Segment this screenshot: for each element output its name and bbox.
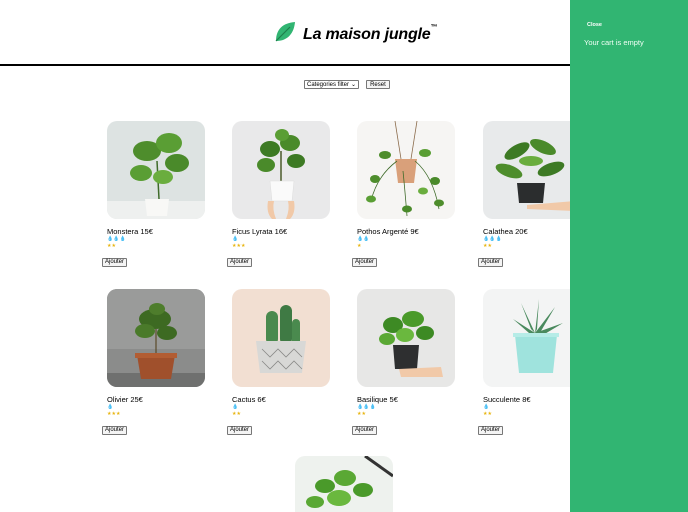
water-drop-icon: 💧💧💧 [357,404,376,410]
cactus-plant-image[interactable] [232,289,330,387]
leaf-logo-icon [273,20,297,49]
plant-card: Monstera 15€ 💧💧💧 ★★ Ajouter [102,121,212,268]
mint-plant-image[interactable] [295,456,393,512]
add-to-cart-button[interactable]: Ajouter [352,425,378,435]
filter-bar: Categories filter ⌄ Reset [304,80,390,89]
plant-card: Cactus 6€ 💧 ★★ Ajouter [227,289,337,436]
brand: La maison jungle™ [273,20,438,49]
plant-name: Pothos Argenté 9€ [357,227,419,236]
sun-icon: ★★ [357,411,366,417]
site-header: La maison jungle™ [0,0,570,66]
plant-name: Basilique 5€ [357,395,398,404]
cart-empty-message: Your cart is empty [584,38,644,47]
add-to-cart-button[interactable]: Ajouter [478,257,504,267]
sun-icon: ★★ [483,243,492,249]
category-filter-select[interactable]: Categories filter ⌄ [304,80,360,89]
pothos-plant-image[interactable] [357,121,455,219]
plant-name: Olivier 25€ [107,395,143,404]
add-to-cart-button[interactable]: Ajouter [478,425,504,435]
succulent-plant-image[interactable] [483,289,575,387]
ficus-lyrata-plant-image[interactable] [232,121,330,219]
plant-card: Pothos Argenté 9€ 💧💧 ★ Ajouter [352,121,462,268]
plant-card: Olivier 25€ 💧 ★★★ Ajouter [102,289,212,436]
calathea-plant-image[interactable] [483,121,575,219]
monstera-plant-image[interactable] [107,121,205,219]
add-to-cart-button[interactable]: Ajouter [102,257,128,267]
water-drop-icon: 💧 [107,404,114,410]
reset-button[interactable]: Reset [366,80,390,89]
water-drop-icon: 💧💧 [357,236,370,242]
plant-name: Cactus 6€ [232,395,266,404]
cart-panel: Close Your cart is empty [570,0,688,512]
water-drop-icon: 💧 [232,236,239,242]
plant-name: Monstera 15€ [107,227,153,236]
basil-plant-image[interactable] [357,289,455,387]
cart-close-button[interactable]: Close [587,22,602,28]
add-to-cart-button[interactable]: Ajouter [102,425,128,435]
add-to-cart-button[interactable]: Ajouter [227,257,253,267]
plant-card: Basilique 5€ 💧💧💧 ★★ Ajouter [352,289,462,436]
water-drop-icon: 💧💧💧 [483,236,502,242]
water-drop-icon: 💧 [232,404,239,410]
water-drop-icon: 💧 [483,404,490,410]
plant-card: Ficus Lyrata 16€ 💧 ★★★ Ajouter [227,121,337,268]
olive-tree-plant-image[interactable] [107,289,205,387]
plant-card [290,456,400,512]
sun-icon: ★★ [483,411,492,417]
plant-care: 💧💧💧 [107,236,212,243]
chevron-down-icon: ⌄ [351,82,357,88]
sun-icon: ★★ [232,411,241,417]
add-to-cart-button[interactable]: Ajouter [352,257,378,267]
sun-icon: ★ [357,243,362,249]
sun-icon: ★★★ [107,411,121,417]
brand-title: La maison jungle™ [303,23,438,43]
sun-icon: ★★ [107,243,116,249]
water-drop-icon: 💧💧💧 [107,236,126,242]
sun-icon: ★★★ [232,243,246,249]
add-to-cart-button[interactable]: Ajouter [227,425,253,435]
plant-name: Ficus Lyrata 16€ [232,227,288,236]
